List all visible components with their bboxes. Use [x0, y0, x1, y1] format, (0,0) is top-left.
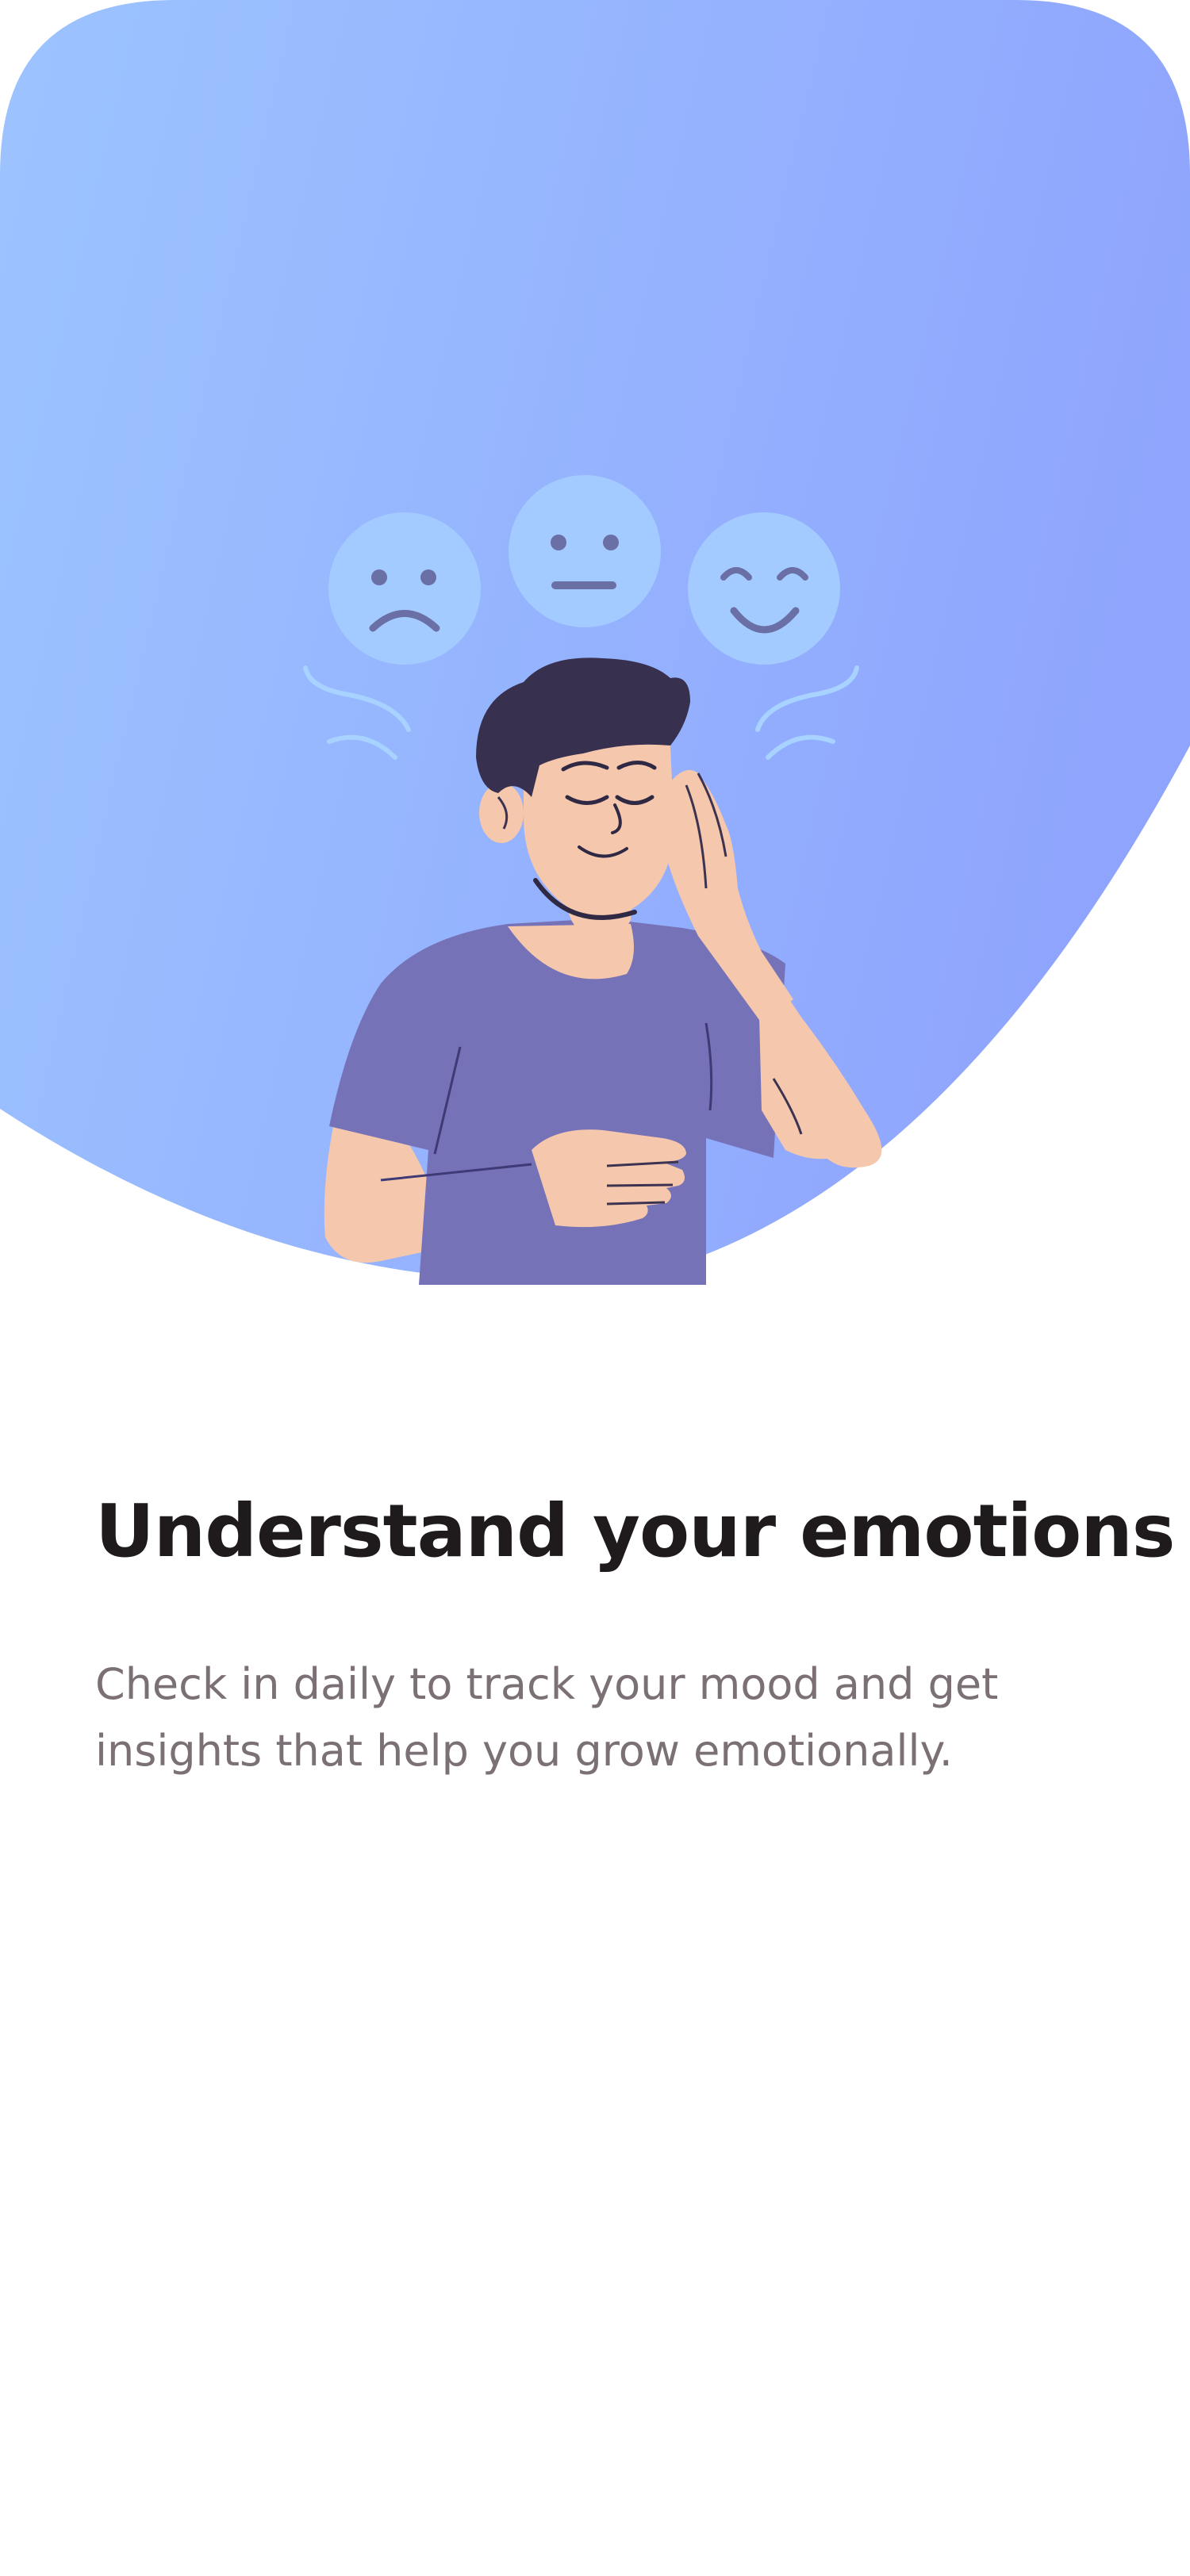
- onboarding-description: Check in daily to track your mood and ge…: [95, 1659, 999, 1776]
- sad-face-icon: [328, 512, 481, 665]
- onboarding-title: Understand your emotions: [95, 1489, 1176, 1574]
- hero-illustration: [0, 0, 1190, 1301]
- happy-face-icon: [688, 512, 840, 665]
- onboarding-screen: Understand your emotions Check in daily …: [0, 0, 1190, 2576]
- neutral-face-icon: [509, 475, 661, 627]
